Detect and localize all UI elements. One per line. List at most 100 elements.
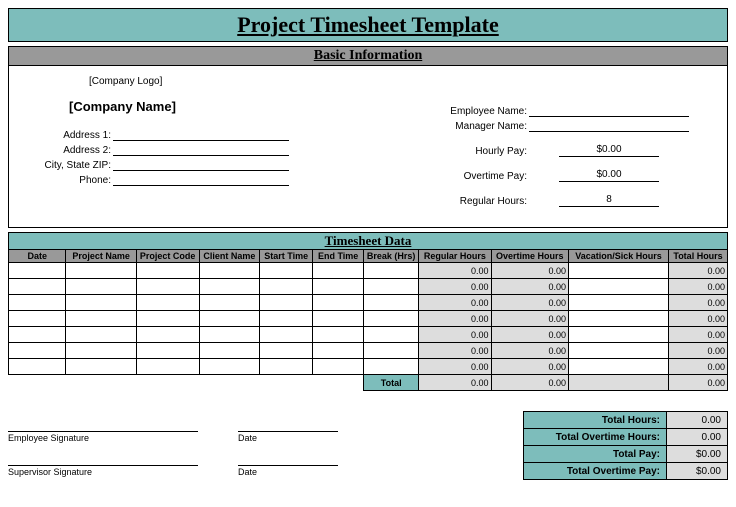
data-cell[interactable] bbox=[364, 279, 419, 295]
vacation-cell[interactable] bbox=[568, 343, 668, 359]
total-hours-cell: 0.00 bbox=[669, 295, 728, 311]
data-cell[interactable] bbox=[313, 359, 364, 375]
regular-hours-label: Regular Hours: bbox=[427, 196, 529, 207]
employee-name-input[interactable] bbox=[529, 104, 689, 117]
table-row: 0.000.000.00 bbox=[9, 311, 728, 327]
data-cell[interactable] bbox=[136, 311, 199, 327]
total-hours-value: 0.00 bbox=[667, 412, 728, 429]
data-cell[interactable] bbox=[9, 359, 66, 375]
data-cell[interactable] bbox=[364, 295, 419, 311]
data-cell[interactable] bbox=[66, 295, 136, 311]
regular-hours-value[interactable]: 8 bbox=[559, 194, 659, 207]
overtime-hours-cell: 0.00 bbox=[491, 343, 568, 359]
data-cell[interactable] bbox=[364, 311, 419, 327]
data-cell[interactable] bbox=[199, 327, 260, 343]
data-cell[interactable] bbox=[66, 343, 136, 359]
city-state-zip-input[interactable] bbox=[113, 158, 289, 171]
data-cell[interactable] bbox=[199, 263, 260, 279]
address2-label: Address 2: bbox=[29, 145, 113, 156]
data-cell[interactable] bbox=[136, 295, 199, 311]
table-row: 0.000.000.00 bbox=[9, 327, 728, 343]
data-cell[interactable] bbox=[364, 343, 419, 359]
data-cell[interactable] bbox=[313, 263, 364, 279]
data-cell[interactable] bbox=[260, 295, 313, 311]
supervisor-signature-line[interactable]: Supervisor Signature bbox=[8, 465, 198, 477]
data-cell[interactable] bbox=[9, 311, 66, 327]
vacation-cell[interactable] bbox=[568, 327, 668, 343]
employee-signature-line[interactable]: Employee Signature bbox=[8, 431, 198, 443]
table-row: 0.000.000.00 bbox=[9, 295, 728, 311]
data-cell[interactable] bbox=[136, 327, 199, 343]
data-cell[interactable] bbox=[136, 359, 199, 375]
data-cell[interactable] bbox=[9, 263, 66, 279]
data-cell[interactable] bbox=[313, 343, 364, 359]
table-row: 0.000.000.00 bbox=[9, 279, 728, 295]
overtime-pay-value[interactable]: $0.00 bbox=[559, 169, 659, 182]
vacation-cell[interactable] bbox=[568, 279, 668, 295]
summary-table: Total Hours:0.00 Total Overtime Hours:0.… bbox=[523, 411, 728, 480]
phone-input[interactable] bbox=[113, 173, 289, 186]
total-regular: 0.00 bbox=[419, 375, 491, 391]
data-cell[interactable] bbox=[9, 327, 66, 343]
address2-input[interactable] bbox=[113, 143, 289, 156]
data-cell[interactable] bbox=[136, 263, 199, 279]
hourly-pay-value[interactable]: $0.00 bbox=[559, 144, 659, 157]
regular-hours-cell: 0.00 bbox=[419, 295, 491, 311]
data-cell[interactable] bbox=[260, 279, 313, 295]
manager-name-input[interactable] bbox=[529, 119, 689, 132]
timesheet-table: Date Project Name Project Code Client Na… bbox=[8, 249, 728, 391]
vacation-cell[interactable] bbox=[568, 295, 668, 311]
hourly-pay-label: Hourly Pay: bbox=[427, 146, 529, 157]
col-project-name: Project Name bbox=[66, 250, 136, 263]
col-date: Date bbox=[9, 250, 66, 263]
data-cell[interactable] bbox=[9, 295, 66, 311]
address1-input[interactable] bbox=[113, 128, 289, 141]
total-hours-cell: 0.00 bbox=[669, 327, 728, 343]
data-cell[interactable] bbox=[199, 279, 260, 295]
data-cell[interactable] bbox=[136, 279, 199, 295]
supervisor-signature-date[interactable]: Date bbox=[238, 465, 338, 477]
data-cell[interactable] bbox=[313, 311, 364, 327]
overtime-hours-cell: 0.00 bbox=[491, 359, 568, 375]
data-cell[interactable] bbox=[199, 359, 260, 375]
data-cell[interactable] bbox=[136, 343, 199, 359]
data-cell[interactable] bbox=[199, 311, 260, 327]
total-hours-cell: 0.00 bbox=[669, 343, 728, 359]
totals-row: Total0.000.000.00 bbox=[9, 375, 728, 391]
data-cell[interactable] bbox=[364, 359, 419, 375]
data-cell[interactable] bbox=[313, 295, 364, 311]
total-overtime-hours-label: Total Overtime Hours: bbox=[524, 429, 667, 446]
data-cell[interactable] bbox=[260, 311, 313, 327]
employee-signature-date[interactable]: Date bbox=[238, 431, 338, 443]
data-cell[interactable] bbox=[66, 327, 136, 343]
overtime-pay-label: Overtime Pay: bbox=[427, 171, 529, 182]
data-cell[interactable] bbox=[66, 263, 136, 279]
regular-hours-cell: 0.00 bbox=[419, 327, 491, 343]
data-cell[interactable] bbox=[9, 343, 66, 359]
vacation-cell[interactable] bbox=[568, 359, 668, 375]
data-cell[interactable] bbox=[199, 343, 260, 359]
data-cell[interactable] bbox=[66, 279, 136, 295]
total-overtime-pay-value: $0.00 bbox=[667, 463, 728, 480]
data-cell[interactable] bbox=[260, 263, 313, 279]
data-cell[interactable] bbox=[260, 327, 313, 343]
table-row: 0.000.000.00 bbox=[9, 343, 728, 359]
employee-name-label: Employee Name: bbox=[427, 106, 529, 117]
vacation-cell[interactable] bbox=[568, 311, 668, 327]
data-cell[interactable] bbox=[66, 359, 136, 375]
data-cell[interactable] bbox=[199, 295, 260, 311]
total-total: 0.00 bbox=[669, 375, 728, 391]
data-cell[interactable] bbox=[364, 327, 419, 343]
address1-label: Address 1: bbox=[29, 130, 113, 141]
data-cell[interactable] bbox=[260, 343, 313, 359]
vacation-cell[interactable] bbox=[568, 263, 668, 279]
data-cell[interactable] bbox=[364, 263, 419, 279]
data-cell[interactable] bbox=[260, 359, 313, 375]
manager-name-label: Manager Name: bbox=[427, 121, 529, 132]
data-cell[interactable] bbox=[9, 279, 66, 295]
data-cell[interactable] bbox=[313, 279, 364, 295]
total-label: Total bbox=[364, 375, 419, 391]
regular-hours-cell: 0.00 bbox=[419, 311, 491, 327]
data-cell[interactable] bbox=[313, 327, 364, 343]
data-cell[interactable] bbox=[66, 311, 136, 327]
